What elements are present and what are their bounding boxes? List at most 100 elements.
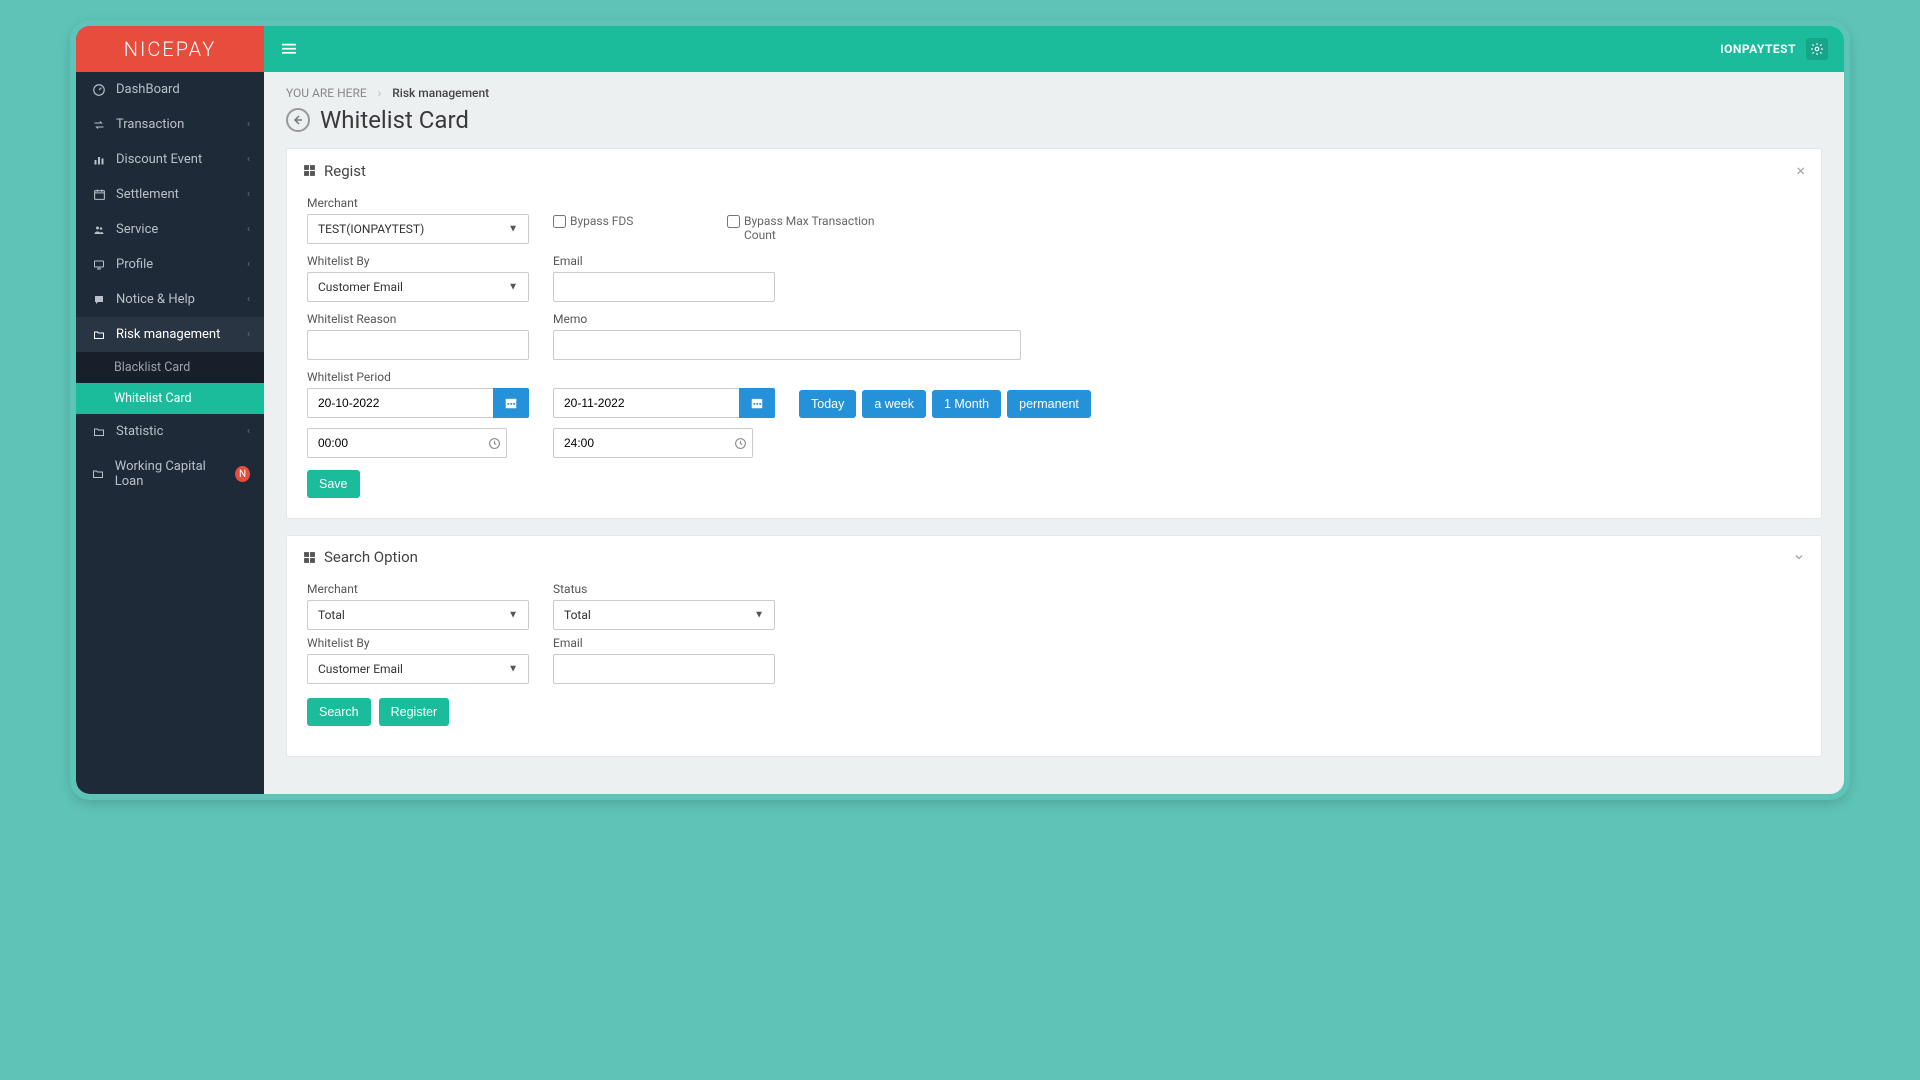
checkbox-label: Bypass Max Transaction Count <box>744 214 877 242</box>
caret-down-icon: ▼ <box>508 610 518 621</box>
select-value: Customer Email <box>318 280 403 294</box>
nav-risk-management[interactable]: Risk management ‹ <box>76 317 264 352</box>
nav-transaction[interactable]: Transaction ‹ <box>76 107 264 142</box>
time-from-input[interactable] <box>307 428 483 458</box>
chevron-left-icon: ‹ <box>247 259 250 270</box>
nav-label: Statistic <box>116 424 163 439</box>
calendar-button[interactable] <box>739 388 775 418</box>
current-user-label[interactable]: IONPAYTEST <box>1720 42 1796 56</box>
date-from-input[interactable] <box>307 388 493 418</box>
date-to-input[interactable] <box>553 388 739 418</box>
search-merchant-select[interactable]: Total ▼ <box>307 600 529 630</box>
nav-dashboard[interactable]: DashBoard <box>76 72 264 107</box>
reason-input[interactable] <box>307 330 529 360</box>
regist-panel: Regist × Merchant TEST(IONPAYTEST) ▼ <box>286 148 1822 519</box>
dashboard-icon <box>90 83 108 97</box>
whitelist-by-label: Whitelist By <box>307 254 529 268</box>
search-panel: Search Option Merchant Total ▼ <box>286 535 1822 757</box>
time-to-input[interactable] <box>553 428 729 458</box>
sidebar: NICEPAY DashBoard Transaction ‹ Discount <box>76 26 264 794</box>
nav-working-capital-loan[interactable]: Working Capital Loan N <box>76 449 264 499</box>
bypass-fds-checkbox[interactable]: Bypass FDS <box>553 196 703 244</box>
search-status-select[interactable]: Total ▼ <box>553 600 775 630</box>
grid-icon <box>303 551 316 564</box>
nav-service[interactable]: Service ‹ <box>76 212 264 247</box>
nav-statistic[interactable]: Statistic ‹ <box>76 414 264 449</box>
nav-settlement[interactable]: Settlement ‹ <box>76 177 264 212</box>
subnav-whitelist-card[interactable]: Whitelist Card <box>76 383 264 414</box>
select-value: Customer Email <box>318 662 403 676</box>
clock-button[interactable] <box>729 428 753 458</box>
chevron-left-icon: ‹ <box>247 329 250 340</box>
reason-label: Whitelist Reason <box>307 312 529 326</box>
calendar-icon <box>90 188 108 201</box>
period-month-button[interactable]: 1 Month <box>932 390 1001 418</box>
page-title: Whitelist Card <box>320 106 469 134</box>
period-label: Whitelist Period <box>307 370 529 384</box>
chevron-left-icon: ‹ <box>247 294 250 305</box>
select-value: Total <box>564 608 591 622</box>
memo-label: Memo <box>553 312 1021 326</box>
checkbox-input[interactable] <box>727 215 740 228</box>
search-email-input[interactable] <box>553 654 775 684</box>
nav-label: Risk management <box>116 327 220 342</box>
subnav-blacklist-card[interactable]: Blacklist Card <box>76 352 264 383</box>
clock-button[interactable] <box>483 428 507 458</box>
breadcrumb-current: Risk management <box>392 86 489 100</box>
bypass-max-checkbox[interactable]: Bypass Max Transaction Count <box>727 196 877 244</box>
email-label: Email <box>553 254 775 268</box>
menu-toggle-button[interactable] <box>280 42 298 56</box>
folder-icon <box>90 329 108 341</box>
breadcrumb-root: YOU ARE HERE <box>286 86 367 100</box>
monitor-icon <box>90 259 108 271</box>
whitelist-by-select[interactable]: Customer Email ▼ <box>307 272 529 302</box>
nav-label: Working Capital Loan <box>115 459 229 489</box>
caret-down-icon: ▼ <box>508 664 518 675</box>
comment-icon <box>90 294 108 306</box>
calendar-button[interactable] <box>493 388 529 418</box>
brand-logo: NICEPAY <box>76 26 264 72</box>
nav-label: Settlement <box>116 187 179 202</box>
merchant-select[interactable]: TEST(IONPAYTEST) ▼ <box>307 214 529 244</box>
chevron-left-icon: ‹ <box>247 426 250 437</box>
caret-down-icon: ▼ <box>754 610 764 621</box>
panel-collapse-button[interactable] <box>1793 551 1805 563</box>
nav-label: Discount Event <box>116 152 202 167</box>
search-button[interactable]: Search <box>307 698 371 726</box>
panel-title: Search Option <box>324 548 418 566</box>
save-button[interactable]: Save <box>307 470 360 498</box>
users-icon <box>90 224 108 236</box>
email-input[interactable] <box>553 272 775 302</box>
select-value: TEST(IONPAYTEST) <box>318 222 424 236</box>
folder-icon <box>90 468 107 480</box>
grid-icon <box>303 164 316 177</box>
nav-discount-event[interactable]: Discount Event ‹ <box>76 142 264 177</box>
nav-label: Profile <box>116 257 153 272</box>
search-status-label: Status <box>553 582 775 596</box>
settings-button[interactable] <box>1806 38 1828 60</box>
select-value: Total <box>318 608 345 622</box>
nav-label: Transaction <box>116 117 184 132</box>
new-badge: N <box>235 466 250 482</box>
panel-close-button[interactable]: × <box>1796 161 1805 180</box>
search-whitelist-by-select[interactable]: Customer Email ▼ <box>307 654 529 684</box>
checkbox-label: Bypass FDS <box>570 214 633 228</box>
topbar: IONPAYTEST <box>264 26 1844 72</box>
register-button[interactable]: Register <box>379 698 450 726</box>
search-merchant-label: Merchant <box>307 582 529 596</box>
checkbox-input[interactable] <box>553 215 566 228</box>
chevron-right-icon: › <box>378 86 382 100</box>
caret-down-icon: ▼ <box>508 282 518 293</box>
search-whitelist-by-label: Whitelist By <box>307 636 529 650</box>
back-button[interactable] <box>286 108 310 132</box>
period-permanent-button[interactable]: permanent <box>1007 390 1091 418</box>
caret-down-icon: ▼ <box>508 224 518 235</box>
nav-label: Notice & Help <box>116 292 195 307</box>
period-today-button[interactable]: Today <box>799 390 856 418</box>
period-week-button[interactable]: a week <box>862 390 926 418</box>
nav-profile[interactable]: Profile ‹ <box>76 247 264 282</box>
nav-notice-help[interactable]: Notice & Help ‹ <box>76 282 264 317</box>
breadcrumb: YOU ARE HERE › Risk management <box>286 86 1822 100</box>
folder-icon <box>90 426 108 438</box>
memo-input[interactable] <box>553 330 1021 360</box>
